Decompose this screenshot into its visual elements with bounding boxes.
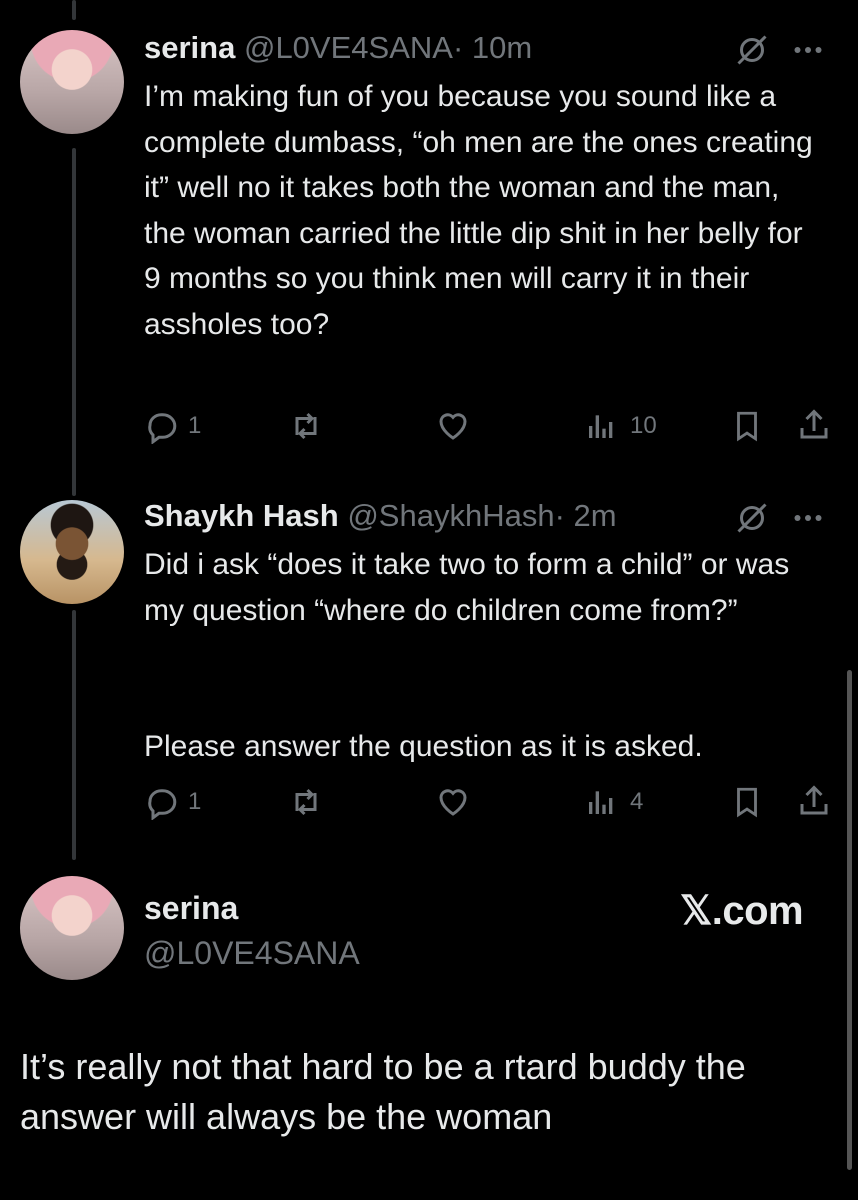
- retweet-icon[interactable]: [288, 784, 324, 820]
- x-watermark: 𝕏.com: [680, 889, 804, 933]
- username[interactable]: @ShaykhHash: [347, 498, 554, 533]
- thread-line-2: [72, 610, 76, 860]
- tweet-header: serina @L0VE4SANA· 10m: [144, 30, 532, 66]
- tweet-text: I’m making fun of you because you sound …: [144, 80, 813, 341]
- avatar[interactable]: [20, 876, 124, 980]
- reply-count: 1: [188, 788, 202, 815]
- reply-icon[interactable]: [144, 784, 180, 820]
- heart-icon[interactable]: [434, 408, 472, 444]
- share-icon[interactable]: [796, 782, 832, 820]
- display-name[interactable]: Shaykh Hash: [144, 498, 339, 533]
- timestamp[interactable]: · 2m: [555, 498, 617, 533]
- retweet-icon[interactable]: [288, 408, 324, 444]
- display-name[interactable]: serina: [144, 890, 238, 927]
- tweet-text-paragraph: Please answer the question as it is aske…: [144, 730, 703, 763]
- tweet-header: Shaykh Hash @ShaykhHash· 2m: [144, 498, 617, 534]
- timestamp[interactable]: · 10m: [453, 30, 532, 65]
- avatar[interactable]: [20, 500, 124, 604]
- thread-line-1: [72, 148, 76, 496]
- heart-icon[interactable]: [434, 784, 472, 820]
- username[interactable]: @L0VE4SANA: [244, 30, 453, 65]
- share-icon[interactable]: [796, 406, 832, 444]
- views-chart-icon[interactable]: [584, 410, 618, 442]
- bookmark-icon[interactable]: [730, 784, 764, 820]
- views-count: 4: [630, 788, 644, 815]
- views-chart-icon[interactable]: [584, 786, 618, 818]
- tweet-text: Did i ask “does it take two to form a ch…: [144, 548, 790, 627]
- tweet-text: It’s really not that hard to be a rtard …: [20, 1046, 746, 1137]
- grok-icon[interactable]: [734, 32, 770, 68]
- views-count: 10: [630, 412, 657, 439]
- reply-icon[interactable]: [144, 408, 180, 444]
- reply-count: 1: [188, 412, 202, 439]
- avatar[interactable]: [20, 30, 124, 134]
- more-icon[interactable]: [790, 32, 826, 68]
- display-name[interactable]: serina: [144, 30, 235, 65]
- thread-line-top: [72, 0, 76, 20]
- bookmark-icon[interactable]: [730, 408, 764, 444]
- more-icon[interactable]: [790, 500, 826, 536]
- scrollbar[interactable]: [847, 670, 852, 1170]
- username[interactable]: @L0VE4SANA: [144, 935, 360, 972]
- grok-icon[interactable]: [734, 500, 770, 536]
